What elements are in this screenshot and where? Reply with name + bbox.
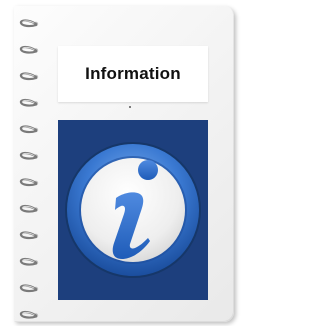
binding-ring bbox=[19, 98, 39, 107]
binding-ring bbox=[19, 257, 39, 266]
icon-panel bbox=[58, 120, 208, 300]
info-dot bbox=[138, 160, 158, 180]
binding-ring bbox=[19, 310, 39, 319]
binding-ring bbox=[19, 204, 39, 213]
page-title: Information bbox=[85, 64, 181, 83]
notebook: Information bbox=[14, 6, 234, 322]
title-plate: Information bbox=[58, 46, 208, 102]
binding-ring bbox=[19, 284, 39, 293]
spiral-binding bbox=[19, 19, 39, 319]
binding-ring bbox=[19, 125, 39, 134]
binding-ring bbox=[19, 151, 39, 160]
binding-ring bbox=[19, 231, 39, 240]
stage: Information bbox=[0, 0, 242, 326]
info-icon bbox=[65, 142, 201, 278]
binding-ring bbox=[19, 19, 39, 28]
binding-ring bbox=[19, 72, 39, 81]
binding-ring bbox=[19, 178, 39, 187]
speck bbox=[129, 106, 131, 108]
binding-ring bbox=[19, 45, 39, 54]
